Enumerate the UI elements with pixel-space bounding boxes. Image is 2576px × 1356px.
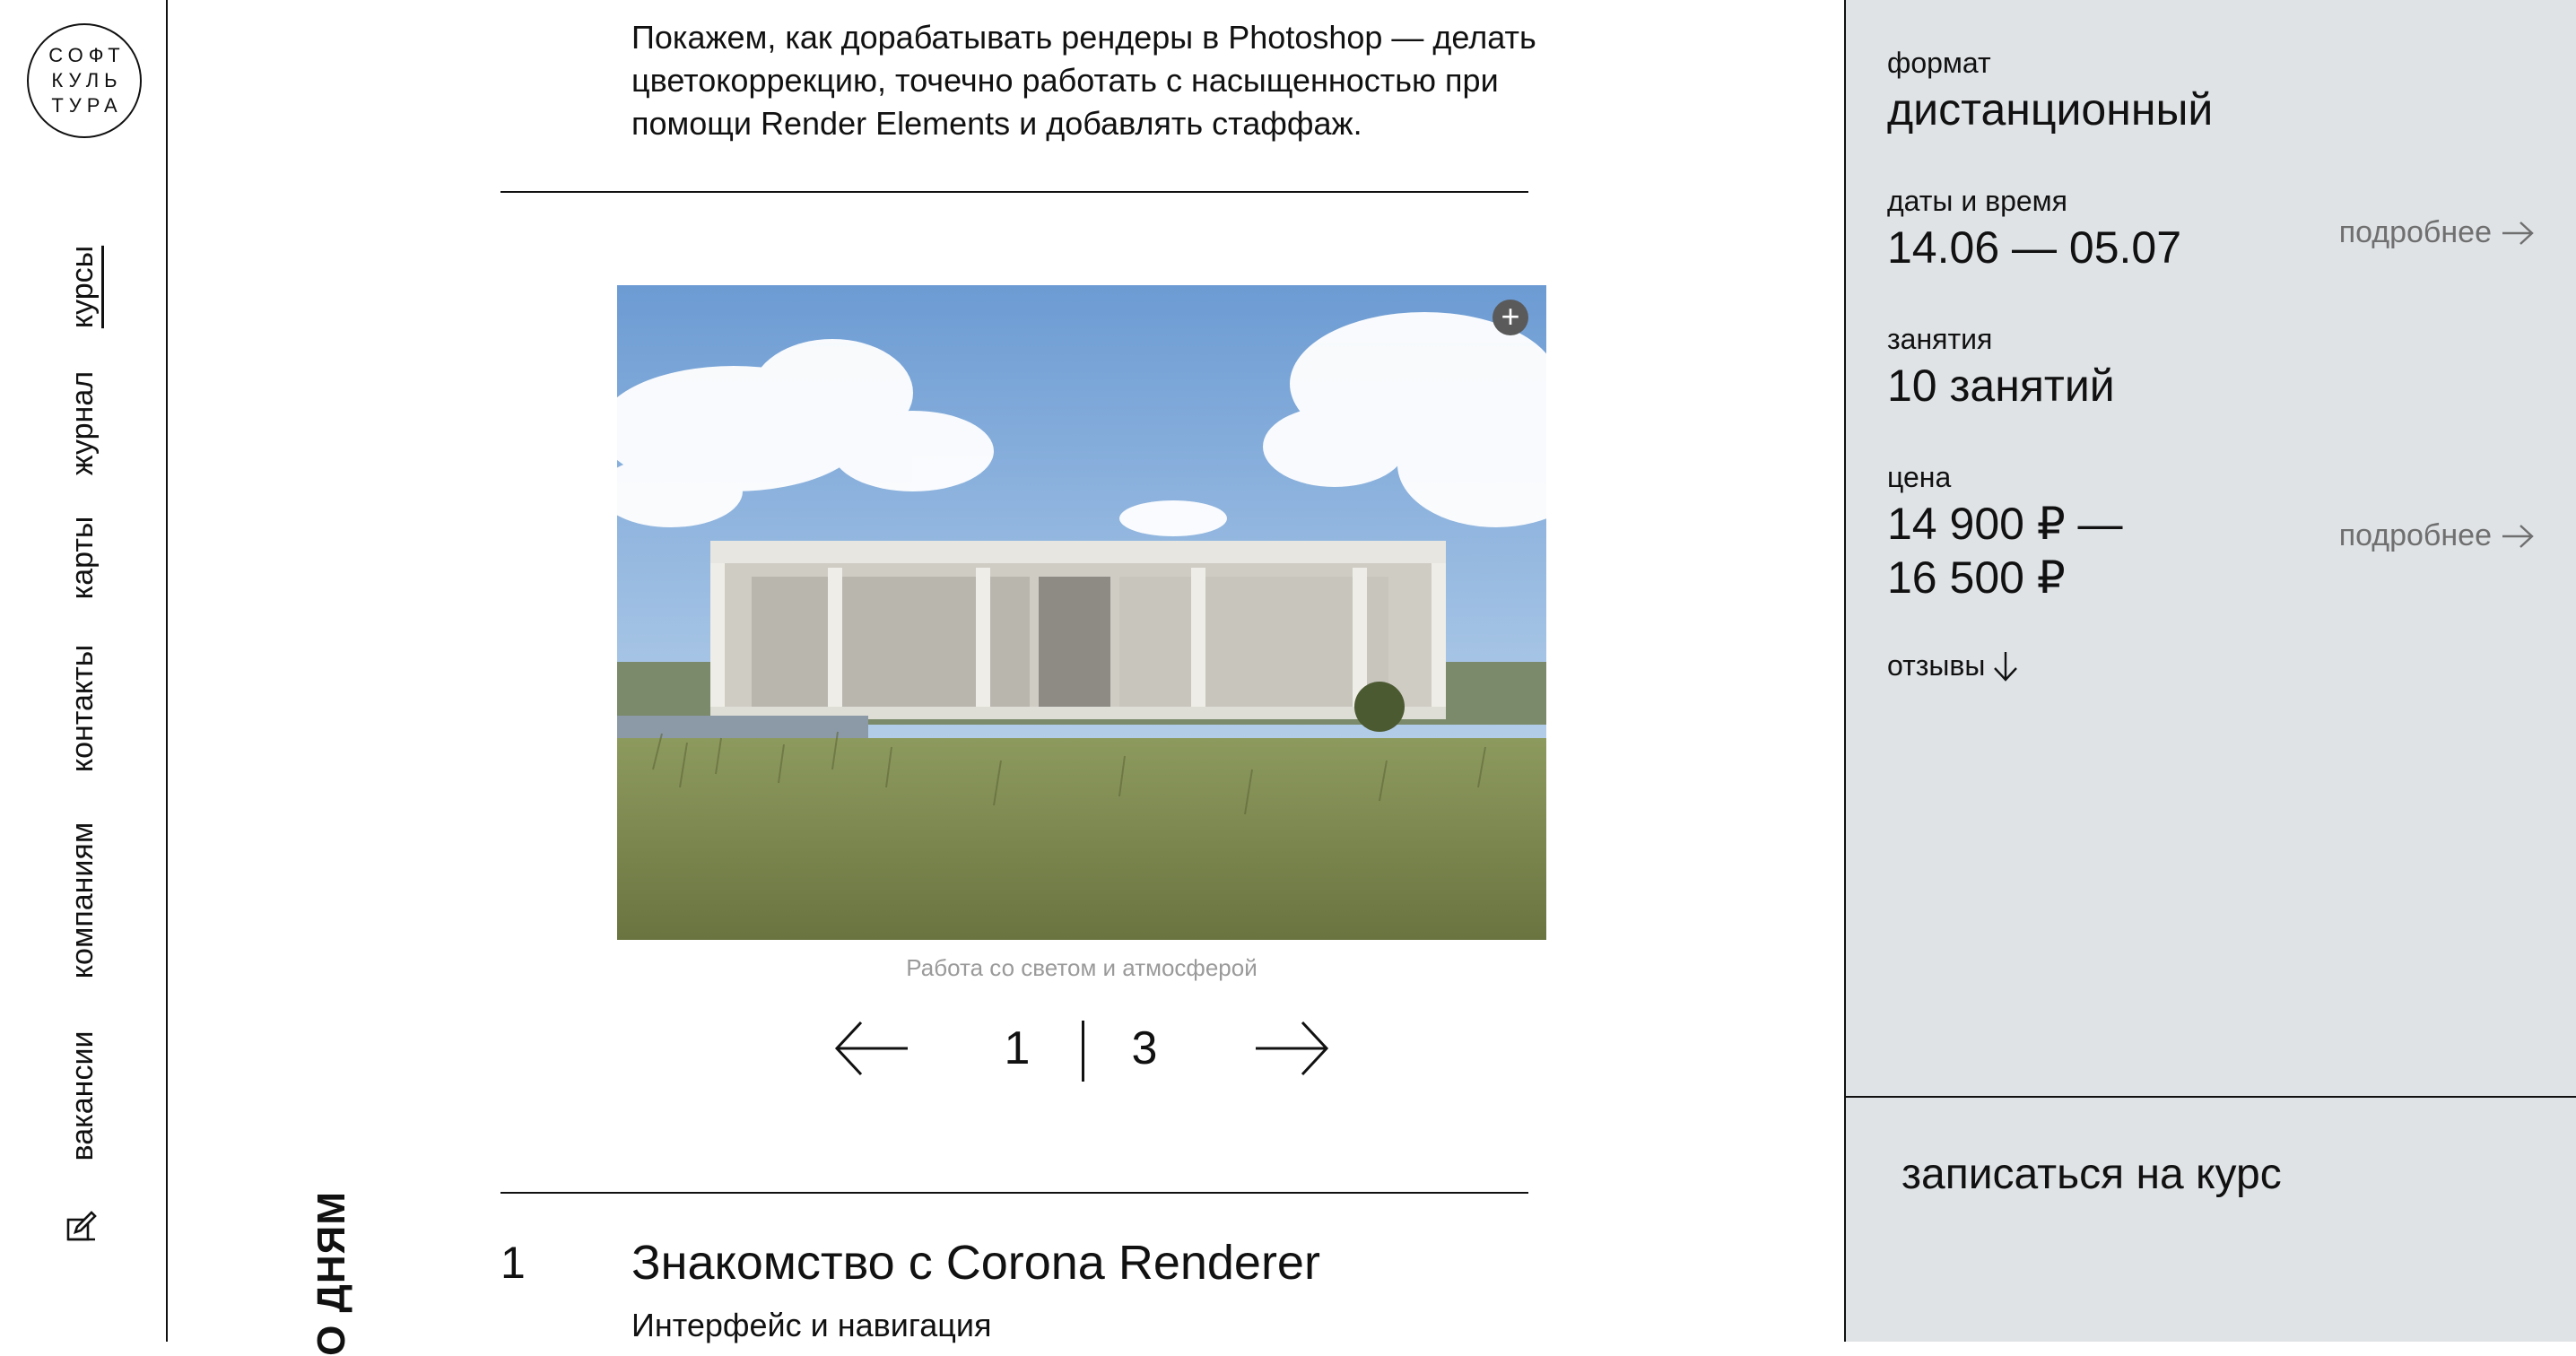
logo[interactable]: СОФТ КУЛЬ ТУРА xyxy=(27,23,142,138)
plus-icon: + xyxy=(1501,298,1520,335)
reviews-link[interactable]: отзывы xyxy=(1887,649,2019,682)
lessons-label: занятия xyxy=(1887,323,1993,355)
image-caption: Работа со светом и атмосферой xyxy=(906,954,1258,981)
pager-separator xyxy=(1082,1021,1084,1082)
nav-item-journal[interactable]: журнал xyxy=(65,371,100,475)
price-more-link[interactable]: подробнее xyxy=(2339,518,2535,553)
section-label-days: О ДНЯМ xyxy=(309,1191,353,1356)
nav-item-companies[interactable]: компаниям xyxy=(65,822,100,978)
price-more-label: подробнее xyxy=(2338,518,2492,552)
price-value-1: 14 900 ₽ — xyxy=(1887,499,2123,549)
nav-item-maps[interactable]: карты xyxy=(65,517,100,600)
logo-line: СОФТ xyxy=(48,44,126,66)
lessons-value: 10 занятий xyxy=(1887,361,2115,411)
arrow-down-icon xyxy=(1994,651,2018,682)
day-title: Знакомство с Corona Renderer xyxy=(631,1236,1320,1290)
logo-line: ТУРА xyxy=(51,94,123,117)
intro-text: Покажем, как дорабатывать рендеры в Phot… xyxy=(631,19,1536,142)
nav-item-courses[interactable]: курсы xyxy=(65,246,100,328)
zoom-button[interactable]: + xyxy=(1493,300,1528,335)
day-number: 1 xyxy=(500,1238,526,1288)
panel-divider xyxy=(1846,1096,2576,1098)
arrow-right-icon xyxy=(2502,524,2534,548)
pager-total: 3 xyxy=(1131,1022,1158,1074)
dates-label: даты и время xyxy=(1887,185,2067,217)
render-image xyxy=(617,285,1546,940)
dates-more-link[interactable]: подробнее xyxy=(2339,215,2535,250)
dates-more-label: подробнее xyxy=(2338,215,2492,249)
enroll-button[interactable]: записаться на курс xyxy=(1902,1148,2282,1202)
divider xyxy=(500,1192,1528,1194)
arrow-left-icon[interactable] xyxy=(834,1019,909,1078)
price-value-2: 16 500 ₽ xyxy=(1887,552,2066,603)
arrow-right-icon xyxy=(2502,221,2534,245)
nav-item-contacts[interactable]: контакты xyxy=(65,645,100,772)
format-value: дистанционный xyxy=(1887,84,2214,135)
day-subtitle: Интерфейс и навигация xyxy=(631,1307,992,1343)
pager-current: 1 xyxy=(1004,1022,1031,1074)
course-info-panel: формат дистанционный даты и время 14.06 … xyxy=(1844,0,2576,1342)
format-label: формат xyxy=(1887,47,1991,79)
dates-value: 14.06 — 05.07 xyxy=(1887,222,2182,273)
logo-line: КУЛЬ xyxy=(51,69,123,91)
edit-icon[interactable] xyxy=(65,1207,100,1243)
sidebar: СОФТ КУЛЬ ТУРА курсы журнал карты контак… xyxy=(0,0,168,1342)
gallery-image[interactable]: + xyxy=(617,285,1546,940)
divider xyxy=(500,191,1528,193)
nav-item-vacancies[interactable]: вакансии xyxy=(65,1031,100,1161)
arrow-right-icon[interactable] xyxy=(1254,1019,1329,1078)
reviews-label: отзывы xyxy=(1887,649,1986,682)
price-label: цена xyxy=(1887,461,1952,493)
